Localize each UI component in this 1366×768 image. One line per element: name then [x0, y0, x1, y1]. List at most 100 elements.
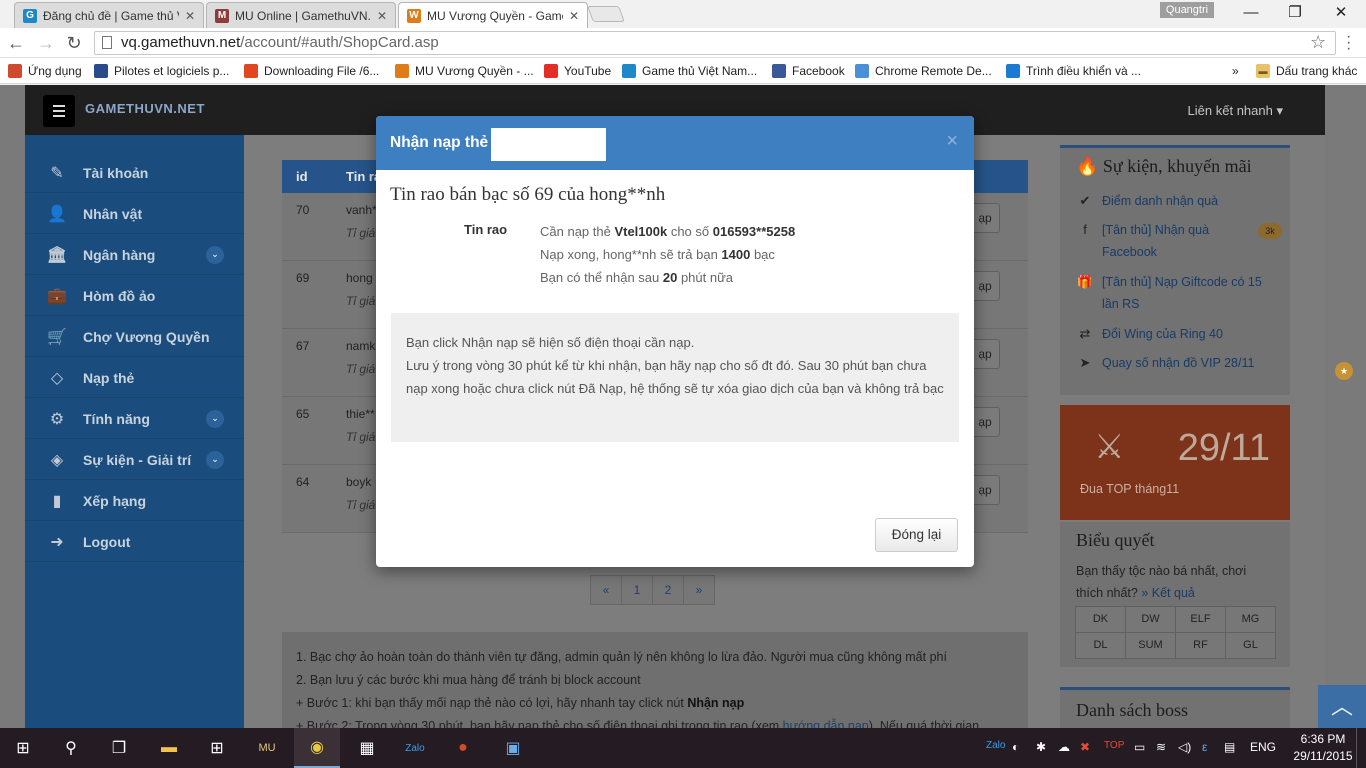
bookmark-star-icon[interactable]: ☆ [1310, 32, 1326, 53]
clock[interactable]: 6:36 PM 29/11/2015 [1288, 731, 1358, 765]
sidebar-item-6[interactable]: ◇ Nạp thẻ ★ [25, 358, 1353, 398]
modal-close-icon[interactable]: × [946, 130, 958, 153]
browser-tab-1[interactable]: G Đăng chủ đề | Game thủ V ✕ [14, 2, 204, 28]
tab-close-icon[interactable]: ✕ [185, 9, 195, 23]
cart-icon: 🛒 [47, 328, 67, 346]
forward-icon[interactable]: → [34, 31, 58, 55]
guide-link[interactable]: hướng dẫn nạp [783, 719, 869, 728]
tray-flag-icon[interactable]: TOP [1104, 740, 1124, 751]
mu-game-icon[interactable]: MU [244, 728, 290, 768]
bookmarks-overflow[interactable]: » [1232, 62, 1239, 80]
sidebar-item-9[interactable]: ▮ Xếp hạng [25, 481, 244, 521]
sidebar-item-3[interactable]: 🏛 Ngân hàng ⌄ [25, 235, 244, 275]
bookmark-4[interactable]: MU Vương Quyền - ... [395, 62, 534, 80]
page-next[interactable]: » [683, 575, 715, 605]
volume-icon[interactable]: ◁) [1178, 740, 1191, 754]
events-title: 🔥 Sự kiện, khuyến mãi [1076, 156, 1252, 176]
sidebar-item-2[interactable]: 👤 Nhân vật [25, 194, 244, 234]
sidebar-item-5[interactable]: 🛒 Chợ Vương Quyền [25, 317, 244, 357]
row-accept-button[interactable]: ạp [970, 339, 1000, 369]
vote-options: DK DW ELF MG DL SUM RF GL [1075, 606, 1276, 659]
app-icon[interactable]: ▦ [344, 728, 390, 768]
window-close-button[interactable]: ✕ [1318, 2, 1364, 24]
new-tab-button[interactable] [587, 6, 625, 22]
tray-app-icon[interactable]: ◐ [1012, 740, 1019, 754]
page-2[interactable]: 2 [652, 575, 684, 605]
language-indicator[interactable]: ENG [1250, 740, 1276, 754]
maximize-button[interactable]: ❐ [1272, 2, 1318, 24]
zalo-icon[interactable]: Zalo [392, 728, 438, 768]
row-seller: hong [346, 271, 373, 285]
other-bookmarks[interactable]: ▬ Dấu trang khác [1256, 62, 1357, 80]
hamburger-menu-icon[interactable] [43, 95, 75, 127]
reload-icon[interactable]: ↻ [62, 31, 86, 55]
vote-option[interactable]: DL [1075, 632, 1126, 659]
sidebar-item-1[interactable]: ✎ Tài khoản [25, 153, 244, 193]
store-icon[interactable]: ⊞ [194, 728, 240, 768]
bookmark-5[interactable]: YouTube [544, 62, 611, 80]
close-button[interactable]: Đóng lại [875, 518, 958, 552]
vote-option[interactable]: DK [1075, 606, 1126, 633]
bookmark-2[interactable]: Pilotes et logiciels p... [94, 62, 229, 80]
bookmark-7[interactable]: Facebook [772, 62, 845, 80]
sidebar-item-4[interactable]: 💼 Hòm đồ ảo [25, 276, 244, 316]
bookmark-6[interactable]: Game thủ Việt Nam... [622, 62, 757, 80]
minimize-button[interactable]: — [1228, 2, 1274, 24]
profile-name[interactable]: Quangtri [1160, 2, 1214, 18]
tab-close-icon[interactable]: ✕ [569, 9, 579, 23]
page-prev[interactable]: « [590, 575, 622, 605]
vote-option[interactable]: SUM [1125, 632, 1176, 659]
vote-result-link[interactable]: » Kết quả [1141, 586, 1195, 600]
show-desktop-button[interactable] [1356, 728, 1366, 768]
tab-close-icon[interactable]: ✕ [377, 9, 387, 23]
vote-option[interactable]: GL [1225, 632, 1276, 659]
vote-option[interactable]: DW [1125, 606, 1176, 633]
address-bar[interactable]: vq.gamethuvn.net/account/#auth/ShopCard.… [94, 31, 1336, 55]
ime-icon[interactable]: ε [1202, 740, 1207, 754]
bookmarks-bar: Ứng dụng Pilotes et logiciels p... Downloa… [0, 58, 1366, 84]
start-icon[interactable]: ⊞ [0, 728, 46, 768]
page-1[interactable]: 1 [621, 575, 653, 605]
menu-icon[interactable]: · · · [1346, 29, 1351, 57]
file-explorer-icon[interactable]: ▬ [146, 728, 192, 768]
browser-tab-3[interactable]: W MU Vương Quyền - Game ✕ [398, 2, 588, 28]
bookmark-3[interactable]: Downloading File /6... [244, 62, 379, 80]
bookmark-1[interactable]: Ứng dụng [8, 62, 82, 80]
vote-option[interactable]: ELF [1175, 606, 1226, 633]
network-app-icon[interactable]: ▣ [490, 728, 536, 768]
keyboard-icon[interactable]: ▤ [1224, 740, 1235, 754]
row-accept-button[interactable]: ạp [970, 475, 1000, 505]
zalo-tray-icon[interactable]: Zalo [986, 740, 1005, 751]
site-logo[interactable]: GAMETHUVN.NET [85, 101, 205, 116]
row-rate: Tỉ giá [346, 430, 376, 444]
bluetooth-icon[interactable]: ✱ [1036, 740, 1046, 754]
event-item-5[interactable]: ➤ Quay số nhận đồ VIP 28/11 [1078, 352, 1288, 402]
search-icon[interactable]: ⚲ [48, 728, 94, 768]
bookmark-9[interactable]: Trình điều khiển và ... [1006, 62, 1141, 80]
vote-option[interactable]: MG [1225, 606, 1276, 633]
event-item-2[interactable]: f [Tân thủ] Nhận quà Facebook 3k [1078, 219, 1288, 269]
game-icon[interactable]: ● [440, 728, 486, 768]
sidebar-item-8[interactable]: ◈ Sự kiện - Giải trí ⌄ [25, 440, 244, 480]
row-accept-button[interactable]: ạp [970, 271, 1000, 301]
event-item-3[interactable]: 🎁 [Tân thủ] Nạp Giftcode có 15 lần RS [1077, 271, 1288, 321]
wifi-icon[interactable]: ≋ [1156, 740, 1166, 754]
row-accept-button[interactable]: ạp [970, 203, 1000, 233]
top-month-banner[interactable]: ⚔ 29/11 Đua TOP tháng11 [1060, 405, 1290, 520]
row-id: 70 [296, 203, 310, 217]
bookmark-8[interactable]: Chrome Remote De... [855, 62, 992, 80]
chrome-icon[interactable]: ◉ [294, 728, 340, 768]
task-view-icon[interactable]: ❐ [96, 728, 142, 768]
event-label: [Tân thủ] Nạp Giftcode có 15 lần RS [1102, 275, 1262, 311]
antivirus-icon[interactable]: ✖ [1080, 740, 1090, 754]
sidebar-item-10[interactable]: ➜ Logout [25, 522, 244, 562]
scroll-top-button[interactable]: ︿ [1318, 685, 1366, 728]
cloud-icon[interactable]: ☁ [1058, 740, 1070, 754]
vote-option[interactable]: RF [1175, 632, 1226, 659]
row-accept-button[interactable]: ạp [970, 407, 1000, 437]
quick-link-menu[interactable]: Liên kết nhanh ▾ [1188, 103, 1283, 119]
back-icon[interactable]: ← [4, 31, 28, 55]
sidebar-item-7[interactable]: ⚙ Tính năng ⌄ [25, 399, 244, 439]
browser-tab-2[interactable]: M MU Online | GamethuVN.n ✕ [206, 2, 396, 28]
battery-icon[interactable]: ▭ [1134, 740, 1145, 754]
